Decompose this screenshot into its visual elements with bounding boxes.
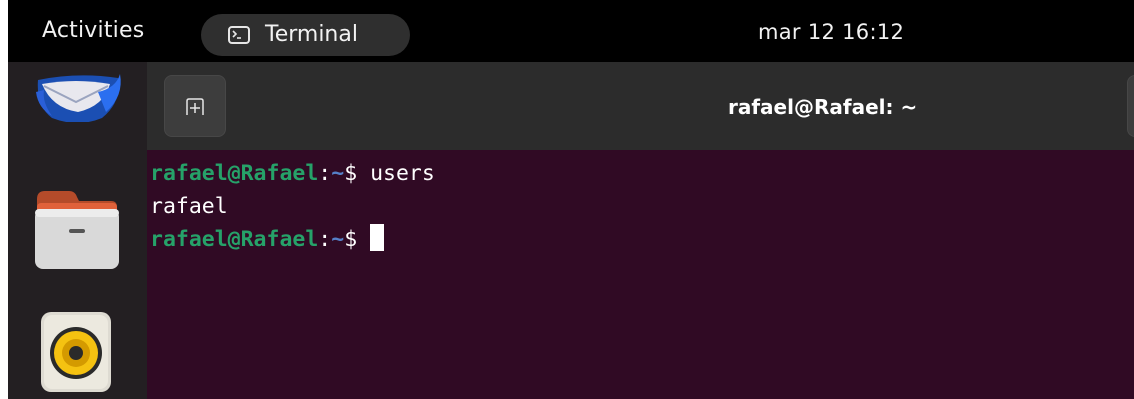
window-titlebar[interactable]: rafael@Rafael: ~ <box>147 62 1134 150</box>
terminal-line: rafael@Rafael:~$ users <box>150 157 435 190</box>
rhythmbox-speaker-icon[interactable] <box>41 312 111 392</box>
prompt-symbol: $ <box>344 161 371 186</box>
new-tab-icon <box>185 98 205 116</box>
app-menu-button[interactable]: Terminal <box>201 14 410 56</box>
prompt-separator: : <box>318 161 332 186</box>
thunderbird-mail-icon[interactable] <box>32 62 124 123</box>
top-bar: Activities Terminal mar 12 16:12 <box>8 0 1134 62</box>
new-tab-button[interactable] <box>164 75 226 137</box>
window-menu-button[interactable] <box>1127 75 1134 137</box>
prompt-symbol: $ <box>344 227 371 252</box>
prompt-user: rafael@Rafael <box>150 227 319 252</box>
window-title: rafael@Rafael: ~ <box>728 95 918 119</box>
clock[interactable]: mar 12 16:12 <box>758 20 904 44</box>
app-menu-label: Terminal <box>265 22 358 47</box>
screen-edge <box>0 0 8 399</box>
text-cursor <box>370 224 385 251</box>
activities-button[interactable]: Activities <box>42 18 144 44</box>
prompt-separator: : <box>318 227 332 252</box>
files-folder-icon[interactable] <box>35 189 119 269</box>
command-output: rafael <box>150 194 228 219</box>
terminal-line: rafael@Rafael:~$ <box>150 223 385 256</box>
dock <box>8 62 147 399</box>
terminal-line: rafael <box>150 190 228 223</box>
prompt-user: rafael@Rafael <box>150 161 319 186</box>
prompt-path: ~ <box>331 227 345 252</box>
terminal-output[interactable]: rafael@Rafael:~$ users rafael rafael@Raf… <box>147 150 1134 399</box>
terminal-icon <box>228 26 250 44</box>
prompt-path: ~ <box>331 161 345 186</box>
command-text: users <box>370 161 435 186</box>
